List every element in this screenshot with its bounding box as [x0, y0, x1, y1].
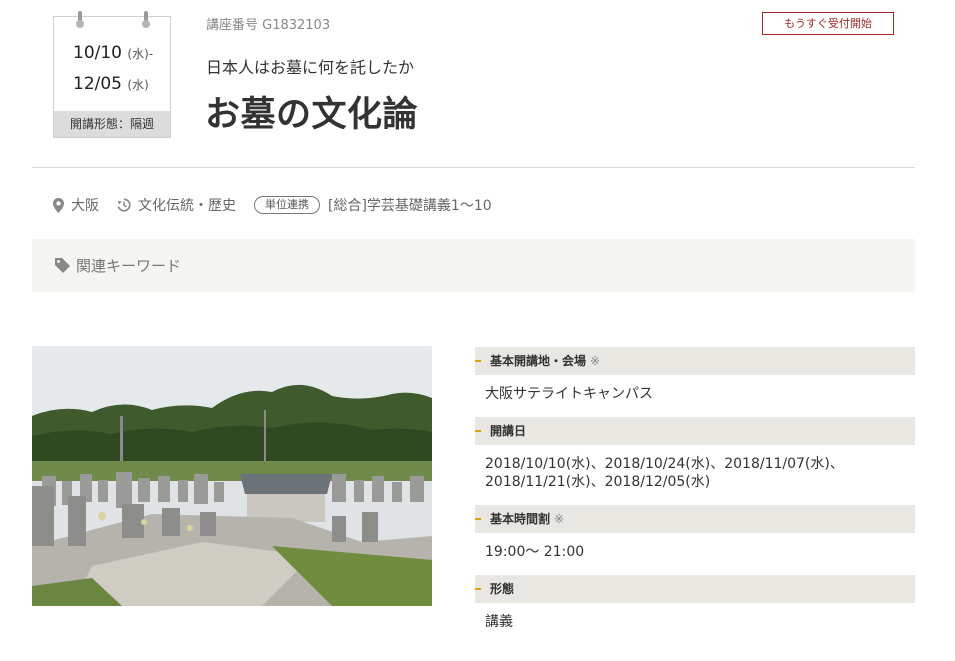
detail-heading: 基本開講地・会場 ※ — [475, 347, 915, 375]
history-icon — [117, 198, 131, 212]
detail-heading: 基本時間割 ※ — [475, 505, 915, 533]
tag-icon — [55, 258, 70, 273]
detail-value: 講義 — [485, 614, 513, 630]
start-date: 10/10 (水)- — [73, 43, 154, 63]
location-item: 大阪 — [53, 195, 99, 215]
course-photo — [32, 346, 432, 606]
detail-value: 大阪サテライトキャンパス — [485, 386, 653, 402]
credit-pill: 単位連携 — [254, 196, 320, 214]
category-item: 文化伝統・歴史 — [117, 195, 236, 215]
credit-text: [総合]学芸基礎講義1〜10 — [328, 198, 492, 214]
location-label: 大阪 — [71, 198, 99, 214]
format-label: 開講形態：隔週 — [54, 111, 170, 137]
detail-heading: 開講日 — [475, 417, 915, 445]
detail-value: 2018/10/10(水)、2018/10/24(水)、2018/11/07(水… — [485, 456, 844, 490]
calendar-ring-icon — [142, 11, 150, 28]
page-title: お墓の文化論 — [205, 95, 419, 135]
course-code: 講座番号 G1832103 — [206, 18, 331, 33]
divider — [32, 167, 915, 168]
status-badge: もうすぐ受付開始 — [762, 12, 894, 35]
date-calendar: 10/10 (水)- 12/05 (水) 開講形態：隔週 — [53, 11, 171, 138]
end-date: 12/05 (水) — [73, 74, 149, 94]
detail-heading: 形態 — [475, 575, 915, 603]
map-pin-icon — [53, 197, 64, 213]
detail-value: 19:00〜 21:00 — [485, 544, 585, 560]
course-subtitle: 日本人はお墓に何を託したか — [206, 58, 415, 77]
calendar-ring-icon — [76, 11, 84, 28]
keyword-section: 関連キーワード — [32, 239, 915, 292]
category-label: 文化伝統・歴史 — [138, 198, 236, 214]
course-details: 基本開講地・会場 ※ 大阪サテライトキャンパス 開講日 2018/10/10(水)… — [475, 347, 915, 645]
keyword-label[interactable]: 関連キーワード — [54, 255, 181, 276]
course-meta: 大阪 文化伝統・歴史 単位連携 [総合]学芸基礎講義1〜10 — [53, 195, 492, 215]
